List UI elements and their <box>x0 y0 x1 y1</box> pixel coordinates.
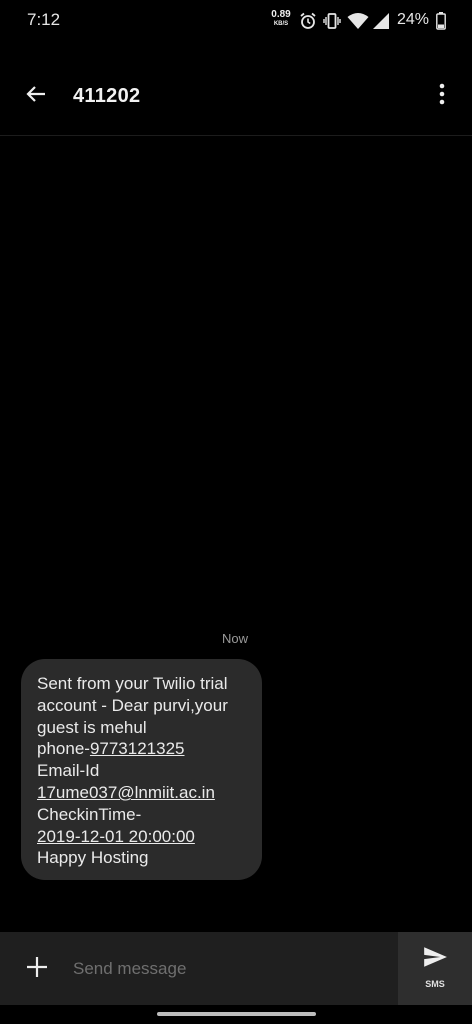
add-attachment-button[interactable] <box>22 954 52 984</box>
vibrate-icon <box>323 12 341 35</box>
arrow-back-icon <box>24 82 48 111</box>
email-label: Email-Id <box>37 761 100 781</box>
message-thread[interactable]: Now Sent from your Twilio trial account … <box>0 137 472 930</box>
email-link[interactable]: 17ume037@lnmiit.ac.in <box>37 783 215 802</box>
checkin-line: 2019-12-01 20:00:00 <box>37 826 252 848</box>
message-input[interactable] <box>73 952 383 986</box>
more-vert-icon <box>439 83 445 110</box>
plus-icon <box>26 956 48 983</box>
message-timestamp: Now <box>222 631 249 646</box>
send-sms-button[interactable]: SMS <box>398 932 472 1005</box>
phone-prefix: phone- <box>37 739 90 759</box>
battery-percent: 24% <box>397 11 430 28</box>
network-speed: 0.89 KB/S <box>270 9 292 28</box>
compose-bar: SMS <box>0 932 472 1005</box>
send-label: SMS <box>425 979 445 989</box>
checkin-date-link[interactable]: 2019-12-01 20:00:00 <box>37 827 195 846</box>
message-closing: Happy Hosting <box>37 848 149 868</box>
more-options-button[interactable] <box>428 80 456 112</box>
message-line: guest is mehul <box>37 717 147 737</box>
battery-icon <box>436 12 446 35</box>
back-button[interactable] <box>18 78 54 114</box>
message-bubble[interactable]: Sent from your Twilio trial account - De… <box>21 659 262 880</box>
alarm-icon <box>299 12 317 35</box>
conversation-header: 411202 <box>0 56 472 136</box>
status-bar: 7:12 0.89 KB/S 24% <box>0 0 472 40</box>
phone-link[interactable]: 9773121325 <box>90 739 185 758</box>
cell-signal-icon <box>372 12 390 35</box>
message-line: Sent from your Twilio trial <box>37 674 228 693</box>
send-icon <box>422 944 448 975</box>
email-line: 17ume037@lnmiit.ac.in <box>37 782 252 804</box>
phone-line: phone-9773121325 <box>37 738 252 760</box>
network-speed-unit: KB/S <box>273 21 289 27</box>
message-line: account - Dear purvi,your <box>37 695 228 715</box>
gesture-nav-handle[interactable] <box>157 1012 316 1016</box>
conversation-title: 411202 <box>73 85 141 107</box>
wifi-icon <box>347 12 369 35</box>
network-speed-value: 0.89 <box>271 9 291 20</box>
status-time: 7:12 <box>27 10 61 29</box>
checkin-label: CheckinTime- <box>37 804 142 824</box>
